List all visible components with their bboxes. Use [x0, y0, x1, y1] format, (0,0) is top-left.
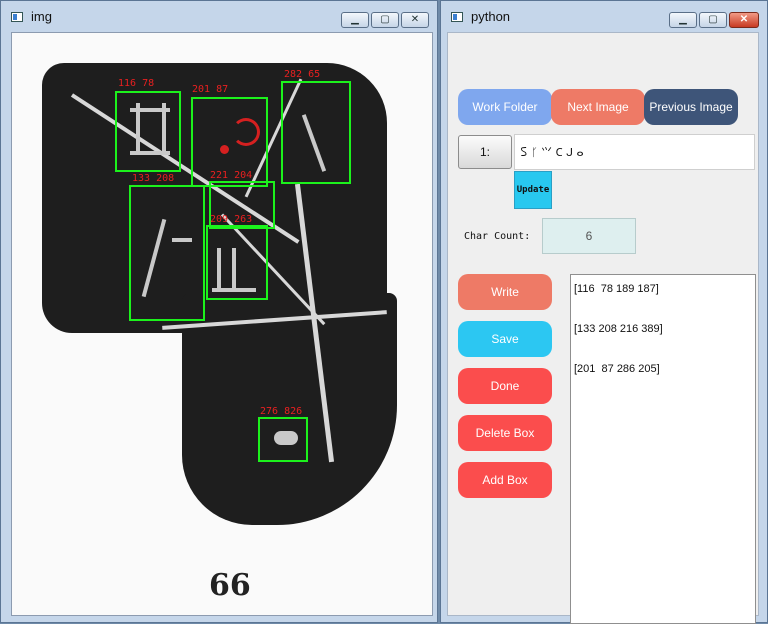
done-button[interactable]: Done [458, 368, 552, 404]
update-button[interactable]: Update [514, 171, 552, 209]
list-item: [133 208 216 389] [574, 323, 663, 335]
image-canvas[interactable]: 116 78 201 87 282 65 133 208 221 204 209… [11, 32, 433, 616]
minimize-icon[interactable]: ▁ [341, 12, 369, 28]
close-icon[interactable]: ✕ [729, 12, 759, 28]
plate-number: 66 [209, 568, 251, 603]
write-button[interactable]: Write [458, 274, 552, 310]
bbox-label: 201 87 [192, 84, 229, 95]
char-count-value: 6 [542, 218, 636, 254]
char-bbox[interactable] [281, 81, 351, 184]
list-item: [201 87 286 205] [574, 363, 660, 375]
previous-image-button[interactable]: Previous Image [644, 89, 738, 125]
list-item: [116 78 189 187] [574, 283, 659, 295]
python-window-title: python [471, 9, 511, 24]
close-icon[interactable]: ✕ [401, 12, 429, 28]
char-count-label: Char Count: [464, 231, 531, 242]
char-bbox[interactable] [258, 417, 308, 462]
save-button[interactable]: Save [458, 321, 552, 357]
bbox-label: 282 65 [284, 69, 321, 80]
img-titlebar[interactable]: img ▁ ▢ ✕ [1, 1, 437, 31]
bbox-label: 221 204 [210, 170, 253, 181]
img-window: img ▁ ▢ ✕ 116 78 201 87 282 65 133 208 2… [0, 0, 438, 623]
index-button[interactable]: 1: [458, 135, 512, 169]
minimize-icon[interactable]: ▁ [669, 12, 697, 28]
add-box-button[interactable]: Add Box [458, 462, 552, 498]
maximize-icon[interactable]: ▢ [371, 12, 399, 28]
char-bbox[interactable] [115, 91, 181, 172]
window-app-icon [11, 12, 23, 22]
bbox-label: 276 826 [260, 406, 303, 417]
char-bbox[interactable] [129, 185, 205, 321]
python-titlebar[interactable]: python ▁ ▢ ✕ [441, 1, 767, 31]
work-folder-button[interactable]: Work Folder [458, 89, 552, 125]
box-list[interactable]: [116 78 189 187] [133 208 216 389] [201 … [570, 274, 756, 624]
python-client-area: Work Folder Next Image Previous Image 1:… [447, 32, 759, 624]
window-app-icon [451, 12, 463, 22]
python-window: python ▁ ▢ ✕ Work Folder Next Image Prev… [440, 0, 768, 624]
char-input[interactable] [514, 134, 755, 170]
maximize-icon[interactable]: ▢ [699, 12, 727, 28]
bbox-label: 209 263 [210, 214, 253, 225]
img-window-title: img [31, 9, 52, 24]
char-bbox[interactable] [206, 225, 268, 300]
delete-box-button[interactable]: Delete Box [458, 415, 552, 451]
bbox-label: 133 208 [132, 173, 175, 184]
next-image-button[interactable]: Next Image [551, 89, 645, 125]
bbox-label: 116 78 [118, 78, 155, 89]
